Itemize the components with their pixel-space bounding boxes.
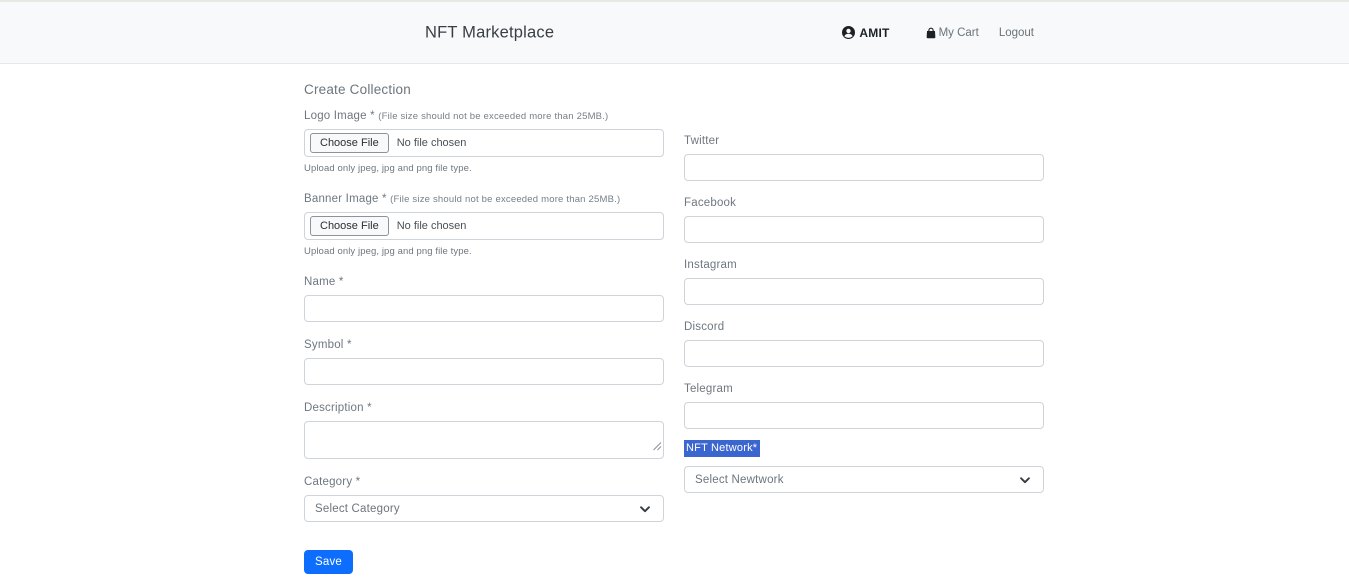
form-right-column: Twitter Facebook Instagram Discord Teleg… <box>684 110 1044 574</box>
banner-choose-file-button[interactable]: Choose File <box>310 216 389 236</box>
logo-upload-hint: Upload only jpeg, jpg and png file type. <box>304 163 664 174</box>
telegram-input[interactable] <box>684 402 1044 429</box>
app-title: NFT Marketplace <box>425 23 554 42</box>
user-menu[interactable]: AMIT <box>842 26 889 40</box>
page-title: Create Collection <box>304 82 1044 97</box>
banner-image-label-text: Banner Image * <box>304 193 387 205</box>
my-cart-link[interactable]: My Cart <box>925 26 979 40</box>
logo-file-input[interactable]: Choose File No file chosen <box>304 129 664 157</box>
nft-network-label: NFT Network* <box>684 440 760 457</box>
logo-choose-file-button[interactable]: Choose File <box>310 133 389 153</box>
discord-label: Discord <box>684 321 1044 333</box>
banner-upload-hint: Upload only jpeg, jpg and png file type. <box>304 246 664 257</box>
user-name: AMIT <box>859 26 889 40</box>
banner-file-input[interactable]: Choose File No file chosen <box>304 212 664 240</box>
nft-network-field-group: NFT Network* Select Newtwork <box>684 438 1044 493</box>
banner-size-note: (File size should not be exceeded more t… <box>390 194 620 205</box>
description-field-group: Description * <box>304 402 664 459</box>
description-textarea[interactable] <box>304 421 664 459</box>
logout-link[interactable]: Logout <box>993 23 1040 43</box>
facebook-label: Facebook <box>684 197 1044 209</box>
banner-file-status: No file chosen <box>397 220 467 232</box>
twitter-label: Twitter <box>684 135 1044 147</box>
banner-image-label: Banner Image * (File size should not be … <box>304 193 664 205</box>
category-label: Category * <box>304 476 664 488</box>
shopping-bag-icon <box>925 26 937 40</box>
header-nav: AMIT My Cart Logout <box>842 23 1040 43</box>
twitter-input[interactable] <box>684 154 1044 181</box>
logo-size-note: (File size should not be exceeded more t… <box>378 111 608 122</box>
banner-image-field: Banner Image * (File size should not be … <box>304 193 664 257</box>
telegram-label: Telegram <box>684 383 1044 395</box>
logo-file-status: No file chosen <box>397 137 467 149</box>
twitter-field-group: Twitter <box>684 135 1044 181</box>
header: NFT Marketplace AMIT My Cart Logout <box>0 2 1349 64</box>
form-left-column: Logo Image * (File size should not be ex… <box>304 110 664 574</box>
facebook-input[interactable] <box>684 216 1044 243</box>
name-field-group: Name * <box>304 276 664 322</box>
telegram-field-group: Telegram <box>684 383 1044 429</box>
category-field-group: Category * Select Category <box>304 476 664 522</box>
create-collection-page: Create Collection Logo Image * (File siz… <box>304 64 1044 574</box>
discord-input[interactable] <box>684 340 1044 367</box>
chevron-down-icon <box>1018 473 1032 487</box>
logo-image-label: Logo Image * (File size should not be ex… <box>304 110 664 122</box>
my-cart-label: My Cart <box>939 27 979 39</box>
name-input[interactable] <box>304 295 664 322</box>
save-button[interactable]: Save <box>304 550 353 574</box>
symbol-field-group: Symbol * <box>304 339 664 385</box>
name-label: Name * <box>304 276 664 288</box>
chevron-down-icon <box>638 502 652 516</box>
description-label: Description * <box>304 402 664 414</box>
logo-image-label-text: Logo Image * <box>304 110 375 122</box>
instagram-label: Instagram <box>684 259 1044 271</box>
symbol-input[interactable] <box>304 358 664 385</box>
facebook-field-group: Facebook <box>684 197 1044 243</box>
instagram-input[interactable] <box>684 278 1044 305</box>
instagram-field-group: Instagram <box>684 259 1044 305</box>
user-circle-icon <box>842 26 855 39</box>
category-select[interactable]: Select Category <box>304 495 664 522</box>
nft-network-select[interactable]: Select Newtwork <box>684 466 1044 493</box>
symbol-label: Symbol * <box>304 339 664 351</box>
nft-network-selected-value: Select Newtwork <box>695 474 784 486</box>
logo-image-field: Logo Image * (File size should not be ex… <box>304 110 664 174</box>
discord-field-group: Discord <box>684 321 1044 367</box>
category-selected-value: Select Category <box>315 503 400 515</box>
